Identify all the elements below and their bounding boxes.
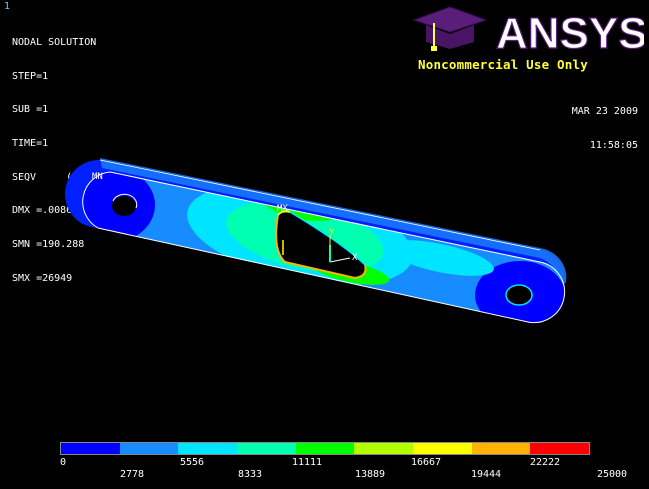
- legend-label: 8333: [237, 469, 263, 480]
- legend-swatch: [354, 443, 414, 454]
- legend-label: 25000: [596, 469, 628, 480]
- legend-swatch: [530, 443, 590, 454]
- legend-label: 19444: [470, 469, 502, 480]
- y-axis-label: Y: [329, 228, 335, 238]
- legend-swatch: [61, 443, 120, 454]
- legend-swatch: [178, 443, 238, 454]
- left-pin-hole: [112, 196, 136, 216]
- min-marker: MN: [92, 172, 103, 182]
- fe-model-viewport[interactable]: Y X MN MX: [0, 0, 649, 430]
- legend-swatch: [237, 443, 296, 454]
- legend-label: 0: [60, 457, 67, 468]
- legend-label: 22222: [529, 457, 561, 468]
- legend-color-bar: [60, 442, 590, 455]
- legend-label: 5556: [179, 457, 205, 468]
- legend-label: 16667: [410, 457, 442, 468]
- legend-swatch: [413, 443, 472, 454]
- legend-label: 2778: [119, 469, 145, 480]
- max-marker: MX: [277, 204, 288, 214]
- legend-swatch: [471, 443, 531, 454]
- x-axis-label: X: [352, 253, 358, 263]
- legend-label: 13889: [354, 469, 386, 480]
- legend-swatch: [295, 443, 355, 454]
- legend-label: 11111: [291, 457, 323, 468]
- legend-swatch: [119, 443, 179, 454]
